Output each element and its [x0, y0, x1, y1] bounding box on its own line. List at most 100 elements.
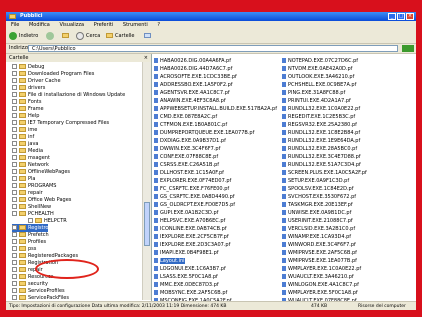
file-item[interactable]: PING.EXE.31A8FC88.pf — [282, 89, 367, 97]
expand-icon[interactable] — [12, 78, 17, 83]
expand-icon[interactable] — [12, 141, 17, 146]
expand-icon[interactable] — [12, 246, 17, 251]
file-item[interactable]: WUAUCLT.EXE.3A46210.pf — [282, 273, 367, 281]
expand-icon[interactable] — [12, 281, 17, 286]
file-item[interactable]: PRINTUI.EXE.4D2A1A7.pf — [282, 97, 367, 105]
file-item[interactable]: GS_OLDRCPT.EXE.FD0E7D5.pf — [154, 201, 277, 209]
file-item[interactable]: DUMPREPORTQUEUE.EXE.1EA077B.pf — [154, 129, 277, 137]
menu-tools[interactable]: Strumenti — [123, 22, 148, 28]
file-item[interactable]: DWWIN.EXE.3C4F6F7.pf — [154, 145, 277, 153]
expand-icon[interactable] — [12, 176, 17, 181]
file-item[interactable]: ICONLINE.EXE.0AB74CB.pf — [154, 225, 277, 233]
expand-icon[interactable] — [12, 99, 17, 104]
forward-button[interactable] — [46, 31, 56, 41]
expand-icon[interactable] — [12, 239, 17, 244]
file-item[interactable]: ACROSOFTE.EXE.1CDC33BE.pf — [154, 73, 277, 81]
file-item[interactable]: UNWISE.EXE.0A9B1DC.pf — [282, 209, 367, 217]
expand-icon[interactable] — [12, 169, 17, 174]
file-item[interactable]: RUNDLL32.EXE.1C8E2B84.pf — [282, 129, 367, 137]
expand-icon[interactable] — [12, 190, 17, 195]
expand-icon[interactable] — [12, 71, 17, 76]
file-item[interactable]: NTVDM.EXE.0AE42A0D.pf — [282, 65, 367, 73]
file-item[interactable]: MOBSYNC.EXE.2AF5C6B.pf — [154, 289, 277, 297]
file-item[interactable]: RUNDLL32.EXE.1E9E64DA.pf — [282, 137, 367, 145]
address-field[interactable]: C:\Users\Pubblico — [28, 45, 398, 52]
expand-icon[interactable] — [28, 218, 33, 223]
file-item[interactable]: IMAPI.EXE.0B4F98E1.pf — [154, 249, 277, 257]
file-item[interactable]: LOGONUI.EXE.1C6A3B7.pf — [154, 265, 277, 273]
file-item[interactable]: RUNDLL32.EXE.3C4E7D88.pf — [282, 153, 367, 161]
menu-file[interactable]: File — [11, 22, 19, 28]
expand-icon[interactable] — [12, 274, 17, 279]
folders-button[interactable]: Cartelle — [106, 31, 135, 41]
file-item[interactable]: NOTEPAD.EXE.07C27D6C.pf — [282, 57, 367, 65]
expand-icon[interactable] — [12, 204, 17, 209]
menu-favorites[interactable]: Preferiti — [94, 22, 114, 28]
expand-icon[interactable] — [12, 253, 17, 258]
file-item[interactable]: CTFMON.EXE.1B0A801C.pf — [154, 121, 277, 129]
expand-icon[interactable] — [12, 64, 17, 69]
file-item[interactable]: GUPI.EXE.0A1B2C3D.pf — [154, 209, 277, 217]
file-item[interactable]: RUNDLL32.EXE.51A7C3D4.pf — [282, 161, 367, 169]
expand-icon[interactable] — [12, 155, 17, 160]
tree-scrollbar[interactable] — [142, 62, 151, 300]
file-item[interactable]: WMPLAYER.EXE.1C0A0E22.pf — [282, 265, 367, 273]
file-item[interactable]: PCHSHELL.EXE.0C9BE7A.pf — [282, 81, 367, 89]
file-item[interactable]: GS_CSRFTC.EXE.0A8D4490.pf — [154, 193, 277, 201]
file-item[interactable]: WMPLAYER.EXE.5F0C1A8.pf — [282, 289, 367, 297]
file-item[interactable]: HABA0026.DIG.00A4A6FA.pf — [154, 57, 277, 65]
file-item[interactable]: USERINIT.EXE.21088C7.pf — [282, 217, 367, 225]
file-item[interactable]: DXDIAG.EXE.0A9B37D1.pf — [154, 137, 277, 145]
file-item[interactable]: ANAWIN.EXE.4EF3C8A8.pf — [154, 97, 277, 105]
file-item[interactable]: TASKMGR.EXE.20E13EF.pf — [282, 201, 367, 209]
file-item[interactable]: REGSVR32.EXE.25A2380.pf — [282, 121, 367, 129]
title-bar[interactable]: Pubblici _ □ × — [6, 12, 416, 21]
views-button[interactable] — [144, 31, 153, 41]
expand-icon[interactable] — [12, 134, 17, 139]
menu-view[interactable]: Visualizza — [59, 22, 84, 28]
file-item[interactable]: SETUP.EXE.0A9F1C3D.pf — [282, 177, 367, 185]
expand-icon[interactable] — [12, 106, 17, 111]
expand-icon[interactable] — [12, 92, 17, 97]
expand-icon[interactable] — [12, 113, 17, 118]
file-item[interactable]: WMIPRVSE.EXE.1EA077B.pf — [282, 257, 367, 265]
file-item[interactable]: HABA0026.DIG.44D7A6C7.pf — [154, 65, 277, 73]
expand-icon[interactable] — [12, 225, 17, 230]
file-item[interactable]: SPOOLSV.EXE.1C84E2D.pf — [282, 185, 367, 193]
file-item[interactable]: SCREEN.PLUS.EXE.1A0C5A2F.pf — [282, 169, 367, 177]
file-item[interactable]: Layout.ini — [154, 257, 277, 265]
file-item[interactable]: WMIPRVSE.EXE.2AF5C6B.pf — [282, 249, 367, 257]
expand-icon[interactable] — [12, 148, 17, 153]
menu-edit[interactable]: Modifica — [29, 22, 50, 28]
file-item[interactable]: WINWORD.EXE.3C4F6F7.pf — [282, 241, 367, 249]
back-button[interactable]: Indietro — [9, 31, 38, 41]
expand-icon[interactable] — [12, 267, 17, 272]
close-pane-icon[interactable]: × — [144, 54, 148, 62]
file-item[interactable]: LSASS.EXE.5F0C1A8.pf — [154, 273, 277, 281]
file-item[interactable]: OUTLOOK.EXE.3A46210.pf — [282, 73, 367, 81]
expand-icon[interactable] — [12, 162, 17, 167]
file-item[interactable]: RUNDLL32.EXE.28A5BC0.pf — [282, 145, 367, 153]
search-button[interactable]: Cerca — [76, 31, 100, 41]
go-button[interactable] — [402, 45, 414, 52]
expand-icon[interactable] — [12, 232, 17, 237]
file-item[interactable]: FC_CSRFTC.EXE.F76FE00.pf — [154, 185, 277, 193]
file-item[interactable]: EXPLORER.EXE.0F74ED07.pf — [154, 177, 277, 185]
expand-icon[interactable] — [12, 183, 17, 188]
file-item[interactable]: MMC.EXE.0DEC87D3.pf — [154, 281, 277, 289]
file-item[interactable]: AGENTSVR.EXE.4A1C8C7.pf — [154, 89, 277, 97]
file-item[interactable]: APPWEBSETUP.INSTALL.BUILD.EXE.517BA2A.pf — [154, 105, 277, 113]
menu-help[interactable]: ? — [157, 22, 160, 28]
up-button[interactable] — [62, 31, 71, 41]
file-item[interactable]: VERCLSID.EXE.3A2B1C0.pf — [282, 225, 367, 233]
close-button[interactable]: × — [406, 13, 414, 20]
scroll-thumb[interactable] — [144, 202, 150, 246]
expand-icon[interactable] — [12, 85, 17, 90]
file-item[interactable]: SVCHOST.EXE.3530F672.pf — [282, 193, 367, 201]
expand-icon[interactable] — [12, 260, 17, 265]
file-item[interactable]: CMD.EXE.087E8A2C.pf — [154, 113, 277, 121]
maximize-button[interactable]: □ — [397, 13, 405, 20]
file-item[interactable]: HELPSVC.EXE.A70B6EC.pf — [154, 217, 277, 225]
minimize-button[interactable]: _ — [388, 13, 396, 20]
expand-icon[interactable] — [12, 211, 17, 216]
